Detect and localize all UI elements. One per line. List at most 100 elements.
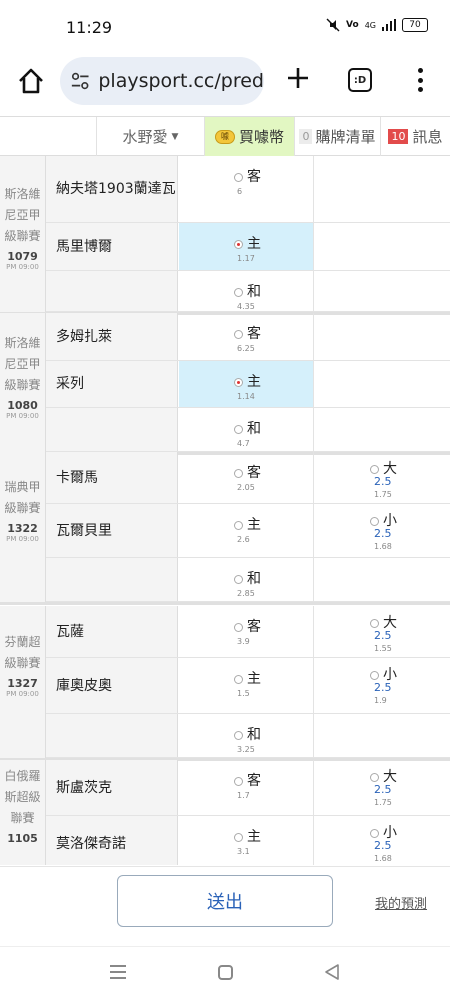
pick-text: 和 <box>247 284 261 300</box>
game-id: 1079 <box>7 250 38 263</box>
radio-icon[interactable] <box>234 287 243 297</box>
match-row: 和 3.25 <box>46 714 450 758</box>
over-under-option[interactable]: 小 2.5 1.9 <box>315 658 450 713</box>
pick-odds: 1.14 <box>237 392 255 401</box>
radio-icon[interactable] <box>234 622 243 632</box>
radio-icon[interactable] <box>370 670 379 680</box>
match-row: 和 4.7 <box>46 408 450 452</box>
pick-option[interactable]: 主 1.17 <box>179 223 314 270</box>
pick-option[interactable]: 客6 <box>179 156 314 222</box>
pick-option[interactable]: 主 2.6 <box>179 504 314 557</box>
messages-button[interactable]: 10 訊息 <box>380 117 450 156</box>
browser-menu-icon[interactable] <box>416 68 424 92</box>
pick-label: 客 <box>234 616 261 636</box>
user-name: 水野愛 <box>122 128 168 146</box>
radio-icon[interactable] <box>370 828 379 838</box>
over-under-option <box>315 361 450 407</box>
pick-text: 主 <box>247 236 261 252</box>
radio-icon[interactable] <box>234 574 243 584</box>
radio-icon[interactable] <box>370 618 379 628</box>
match-row: 多姆扎萊 客 6.25 <box>46 313 450 361</box>
network-label: 4G <box>364 20 376 30</box>
game-id: 1080 <box>7 399 38 412</box>
pick-odds: 2.85 <box>237 589 255 598</box>
radio-icon[interactable] <box>234 674 243 684</box>
radio-icon[interactable] <box>234 832 243 842</box>
pick-option[interactable]: 和 4.35 <box>179 271 314 311</box>
caret-down-icon: ▼ <box>171 131 179 142</box>
pick-label: 客 <box>234 462 261 482</box>
system-home-icon[interactable] <box>218 965 233 980</box>
buy-coin-button[interactable]: 噱買噱幣 <box>204 117 294 156</box>
league-name: 級聯賽 <box>4 501 41 515</box>
pick-option[interactable]: 客 3.9 <box>179 606 314 657</box>
tab-switcher-button[interactable]: :D <box>348 68 372 92</box>
pick-option[interactable]: 和 3.25 <box>179 714 314 757</box>
match-block: 白俄羅 斯超級 聯賽 1105 斯盧茨克客 1.7 大 2.5 1.75 莫洛傑奇諾主 3.1 小 2.… <box>0 760 450 865</box>
match-row: 瓦薩客 3.9 大 2.5 1.55 <box>46 606 450 658</box>
ou-line: 2.5 <box>374 681 392 694</box>
ou-line: 2.5 <box>374 629 392 642</box>
pick-option[interactable]: 客 1.7 <box>179 760 314 815</box>
ou-odds: 1.55 <box>374 644 392 653</box>
pick-text: 主 <box>247 517 261 533</box>
match-row: 納夫塔1903蘭達瓦客 6 <box>46 156 450 223</box>
pick-option[interactable]: 客 6.25 <box>179 313 314 360</box>
site-settings-icon[interactable] <box>70 70 90 92</box>
pick-option[interactable]: 和 4.7 <box>179 408 314 451</box>
over-under-option[interactable]: 大 2.5 1.55 <box>315 606 450 657</box>
pick-option[interactable]: 主 1.5 <box>179 658 314 713</box>
pick-option[interactable]: 主 1.14 <box>179 361 314 407</box>
radio-icon[interactable] <box>370 772 379 782</box>
team-name: 卡爾馬 <box>46 452 178 503</box>
radio-icon[interactable] <box>234 520 243 530</box>
league-name: 斯洛維 <box>4 187 41 201</box>
league-info: 斯洛維 尼亞甲 級聯賽 1080 PM 09:00 <box>0 313 46 452</box>
over-under-option[interactable]: 大 2.5 1.75 <box>315 452 450 503</box>
pick-odds: 2.05 <box>237 483 255 492</box>
user-menu[interactable]: 水野愛 ▼ <box>96 117 204 156</box>
url-bar[interactable]: playsport.cc/pred <box>60 57 264 105</box>
league-name: 芬蘭超 <box>4 635 41 649</box>
radio-icon[interactable] <box>370 464 379 474</box>
radio-icon[interactable] <box>234 424 243 434</box>
radio-icon[interactable] <box>234 776 243 786</box>
pick-text: 客 <box>247 773 261 789</box>
back-icon[interactable] <box>324 963 340 981</box>
my-predictions-link[interactable]: 我的預測 <box>375 893 427 912</box>
ou-odds: 1.75 <box>374 490 392 499</box>
radio-icon[interactable] <box>370 516 379 526</box>
radio-checked-icon[interactable] <box>234 377 243 387</box>
pick-option[interactable]: 主 3.1 <box>179 816 314 865</box>
radio-icon[interactable] <box>234 468 243 478</box>
league-name: 級聯賽 <box>4 656 41 670</box>
radio-checked-icon[interactable] <box>234 239 243 249</box>
radio-icon[interactable] <box>234 172 243 182</box>
league-name: 尼亞甲 <box>4 357 41 371</box>
pick-label: 主 <box>234 826 261 846</box>
game-id: 1105 <box>7 832 38 845</box>
pick-odds: 1.17 <box>237 254 255 263</box>
pick-odds: 6 <box>237 187 243 196</box>
status-time: 11:29 <box>66 18 113 37</box>
radio-icon[interactable] <box>234 329 243 339</box>
submit-button[interactable]: 送出 <box>117 875 333 927</box>
cart-button[interactable]: 0 購牌清單 <box>294 117 380 156</box>
prediction-list: 斯洛維 尼亞甲 級聯賽 1079 PM 09:00 納夫塔1903蘭達瓦客 6 馬里博爾主 1.… <box>0 156 450 865</box>
over-under-option[interactable]: 小 2.5 1.68 <box>315 504 450 557</box>
pick-odds: 3.9 <box>237 637 250 646</box>
home-icon[interactable] <box>16 66 46 96</box>
league-name: 尼亞甲 <box>4 208 41 222</box>
over-under-option[interactable]: 小 2.5 1.68 <box>315 816 450 865</box>
radio-icon[interactable] <box>234 730 243 740</box>
league-name: 白俄羅 <box>4 769 41 783</box>
pick-option[interactable]: 客 2.05 <box>179 452 314 503</box>
recent-apps-icon[interactable] <box>110 965 126 979</box>
new-tab-icon[interactable] <box>286 66 310 90</box>
pick-label: 主 <box>234 371 261 391</box>
over-under-option[interactable]: 大 2.5 1.75 <box>315 760 450 815</box>
message-count-badge: 10 <box>388 129 409 144</box>
pick-option[interactable]: 和 2.85 <box>179 558 314 601</box>
ou-odds: 1.68 <box>374 542 392 551</box>
team-name: 瓦薩 <box>46 606 178 657</box>
